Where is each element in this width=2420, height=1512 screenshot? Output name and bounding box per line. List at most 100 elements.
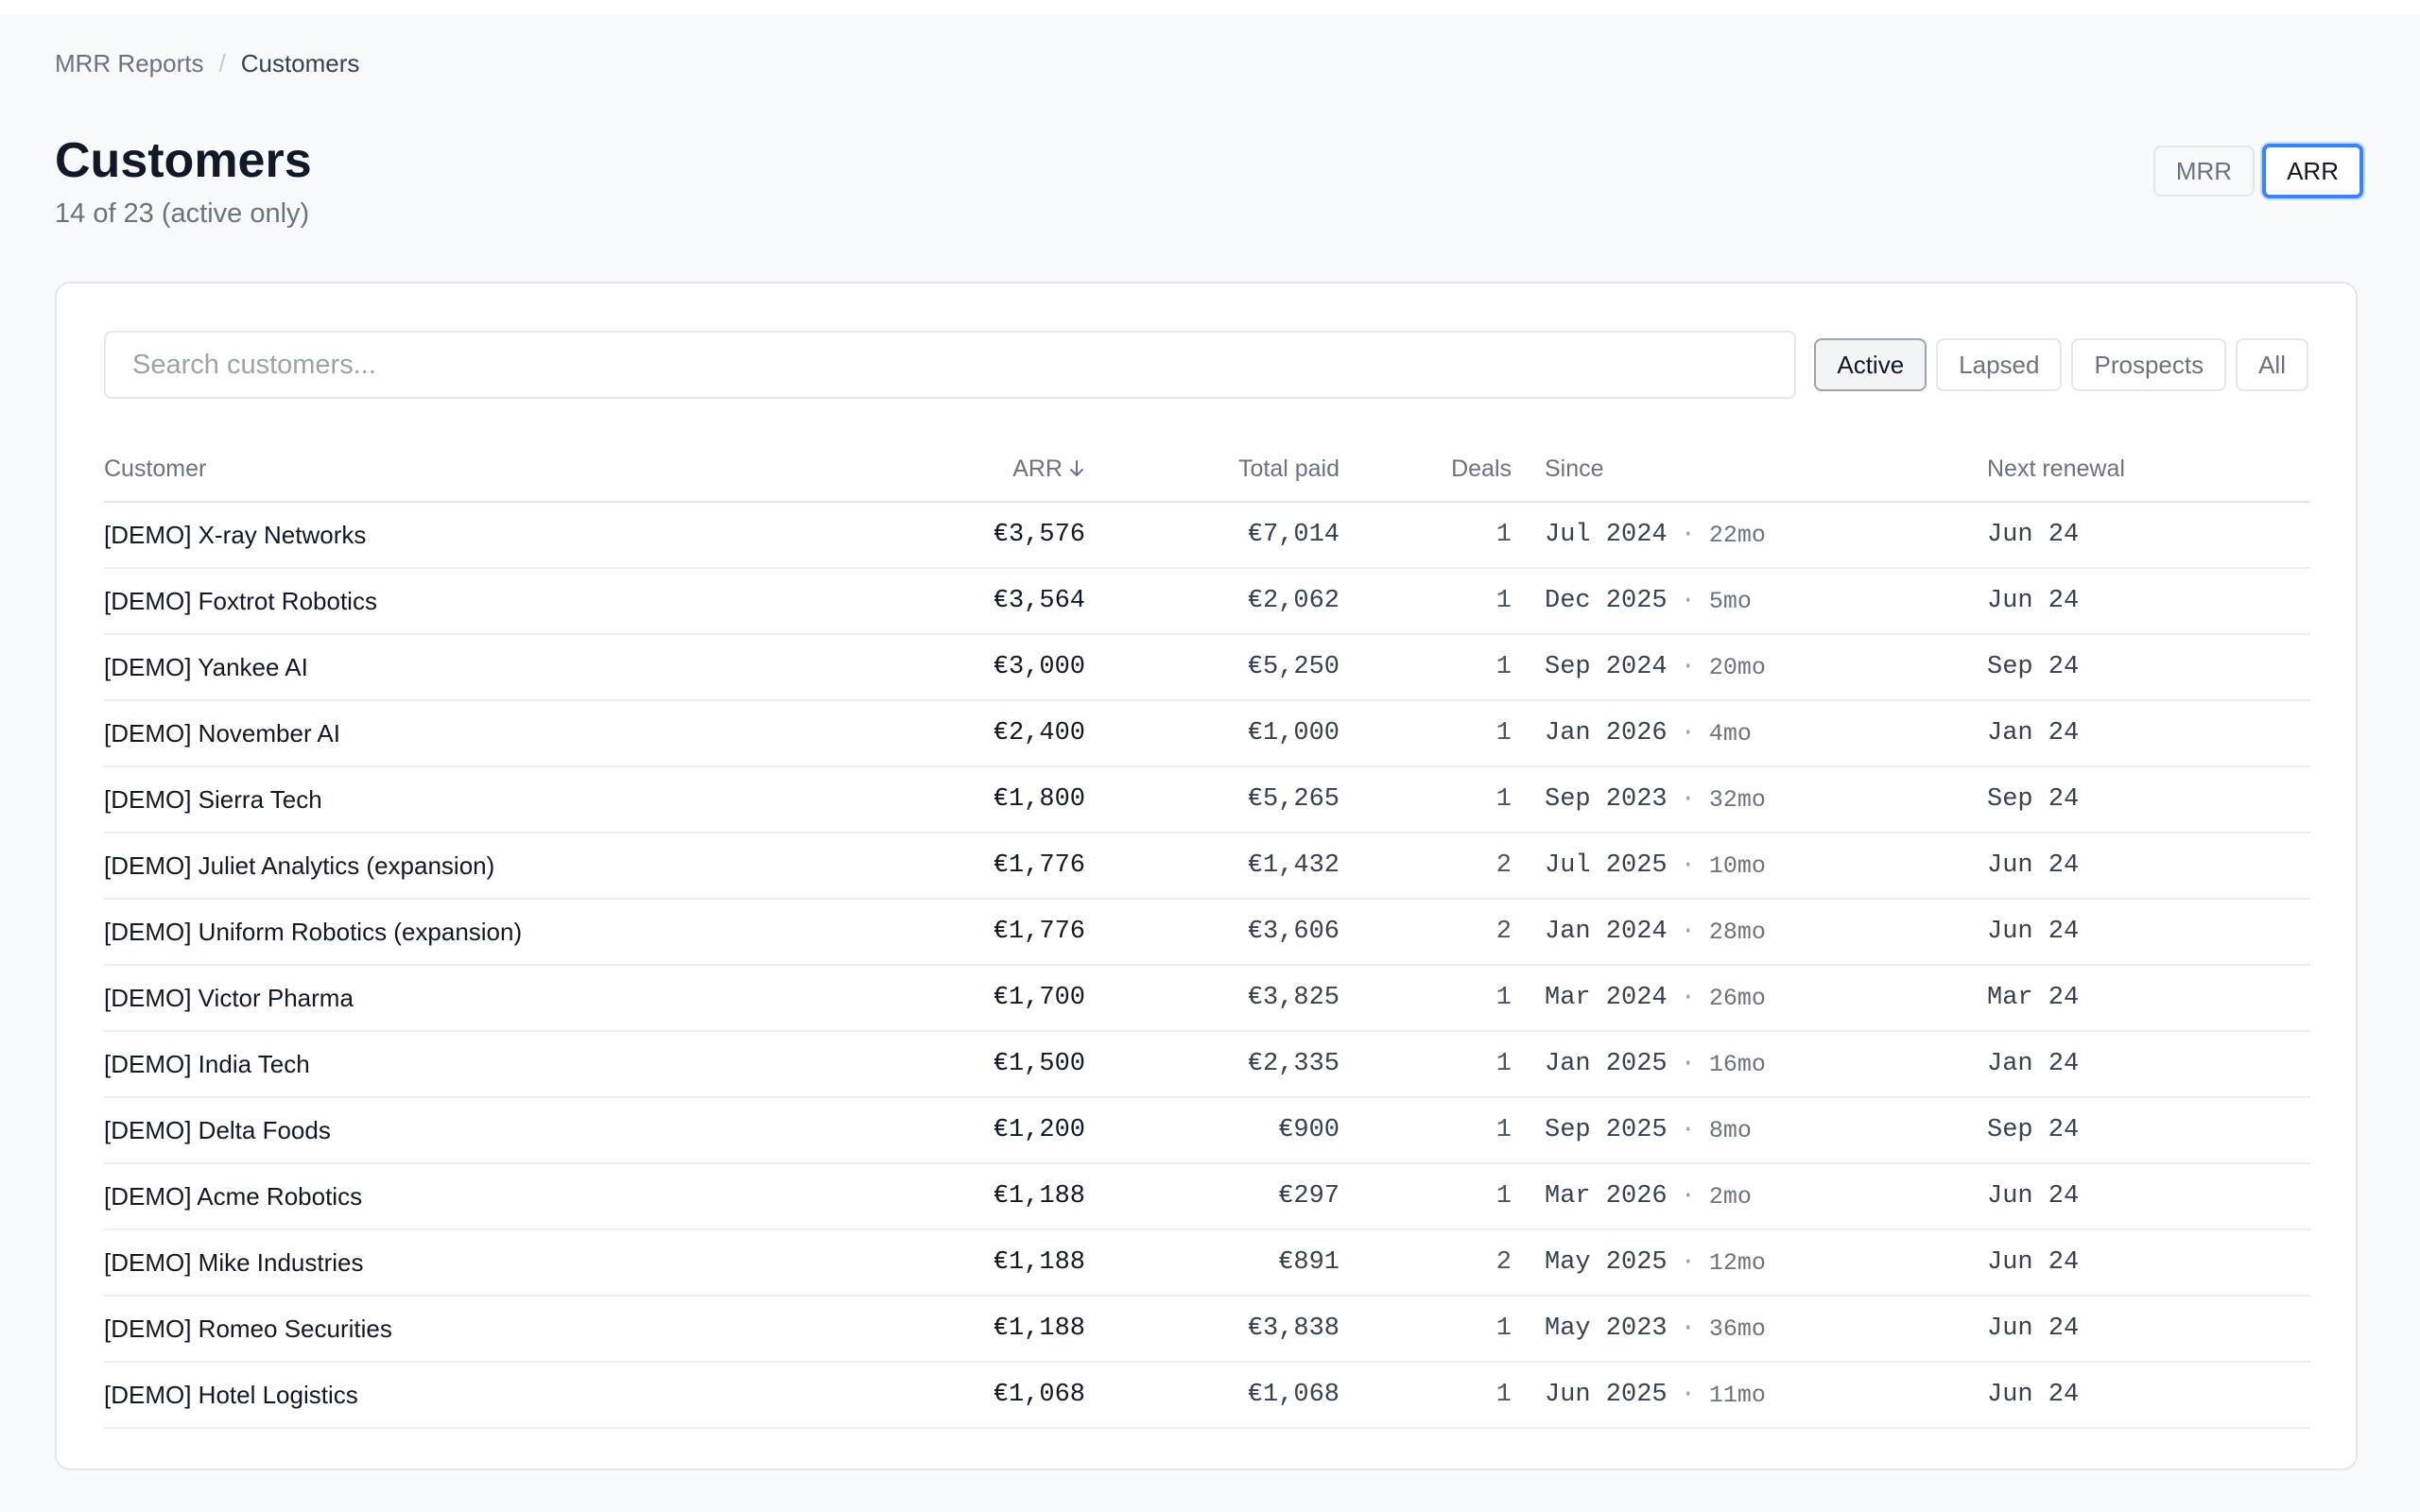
since-cell: Sep 2024 · 20mo [1545,635,1766,699]
search-input[interactable] [130,348,1794,382]
breadcrumb-separator: / [218,49,226,77]
since-date: Jul 2024 [1545,521,1668,549]
table-row[interactable]: [DEMO] Victor Pharma €1,700 €3,825 1 Mar 202… [104,966,2310,1032]
table-row[interactable]: [DEMO] Uniform Robotics (expansion) €1,77… [104,900,2310,966]
since-cell: Jan 2024 · 28mo [1545,900,1766,964]
table-row[interactable]: [DEMO] Yankee AI €3,000 €5,250 1 Sep 2024 · 20… [104,635,2310,701]
deals-count: 1 [1495,587,1512,615]
deals-count: 1 [1495,521,1512,549]
deals-count: 1 [1495,984,1512,1012]
column-header-deals[interactable]: Deals [1451,437,1512,501]
filter-all-button[interactable]: All [2236,338,2308,391]
next-renewal-value: Jun 24 [1987,1182,2080,1211]
customer-name[interactable]: [DEMO] Yankee AI [104,635,308,699]
table-row[interactable]: [DEMO] Hotel Logistics €1,068 €1,068 1 Jun 2… [104,1363,2310,1429]
filter-active-button[interactable]: Active [1814,338,1927,391]
view-toggle: MRR ARR [2152,144,2363,198]
since-cell: May 2025 · 12mo [1545,1230,1766,1295]
since-separator: · [1680,653,1696,681]
total-paid-value: €900 [1278,1116,1340,1144]
customer-name[interactable]: [DEMO] Acme Robotics [104,1164,362,1228]
next-renewal-value: Jun 24 [1987,587,2080,615]
since-duration: 32mo [1708,785,1766,814]
mrr-toggle-button[interactable]: MRR [2152,146,2256,197]
deals-count: 1 [1495,1116,1512,1144]
table-header: Customer ARR Total paid Deals Since Next… [104,437,2310,503]
filter-prospects-button[interactable]: Prospects [2071,338,2227,391]
table-row[interactable]: [DEMO] Sierra Tech €1,800 €5,265 1 Sep 2023 ·… [104,767,2310,833]
column-header-since[interactable]: Since [1545,437,1604,501]
since-cell: Dec 2025 · 5mo [1545,569,1752,633]
next-renewal-value: Jun 24 [1987,1314,2080,1343]
table-row[interactable]: [DEMO] Acme Robotics €1,188 €297 1 Mar 2026 ·… [104,1164,2310,1230]
since-date: May 2023 [1545,1314,1668,1343]
since-separator: · [1680,1248,1696,1277]
arr-value: €3,564 [993,587,1085,615]
customer-name[interactable]: [DEMO] Hotel Logistics [104,1363,358,1427]
next-renewal-value: Jun 24 [1987,1248,2080,1277]
since-cell: Jan 2025 · 16mo [1545,1032,1766,1096]
table-row[interactable]: [DEMO] Mike Industries €1,188 €891 2 May 202… [104,1230,2310,1297]
arr-toggle-button[interactable]: ARR [2262,144,2363,198]
arr-value: €3,000 [993,653,1085,681]
deals-count: 1 [1495,1182,1512,1211]
table-row[interactable]: [DEMO] X-ray Networks €3,576 €7,014 1 Jul 20… [104,503,2310,569]
since-duration: 8mo [1708,1116,1752,1144]
since-cell: Jul 2025 · 10mo [1545,833,1766,898]
customer-name[interactable]: [DEMO] Mike Industries [104,1230,364,1295]
breadcrumb: MRR Reports / Customers [55,49,359,78]
since-cell: Sep 2023 · 32mo [1545,767,1766,832]
customer-name[interactable]: [DEMO] Sierra Tech [104,767,322,832]
since-duration: 10mo [1708,851,1766,880]
since-date: Mar 2024 [1545,984,1668,1012]
column-header-arr[interactable]: ARR [1012,437,1085,501]
since-separator: · [1680,587,1696,615]
deals-count: 1 [1495,1314,1512,1343]
next-renewal-value: Jan 24 [1987,1050,2080,1078]
status-filters: Active Lapsed Prospects All [1814,338,2308,391]
since-duration: 28mo [1708,918,1766,946]
customer-name[interactable]: [DEMO] Juliet Analytics (expansion) [104,833,494,898]
filter-lapsed-button[interactable]: Lapsed [1936,338,2063,391]
since-date: Sep 2024 [1545,653,1668,681]
customer-name[interactable]: [DEMO] Victor Pharma [104,966,354,1030]
table-row[interactable]: [DEMO] November AI €2,400 €1,000 1 Jan 2026 ·… [104,701,2310,767]
customer-name[interactable]: [DEMO] Delta Foods [104,1098,331,1162]
total-paid-value: €5,250 [1247,653,1340,681]
next-renewal-value: Mar 24 [1987,984,2080,1012]
table-row[interactable]: [DEMO] Foxtrot Robotics €3,564 €2,062 1 Dec … [104,569,2310,635]
arr-value: €1,776 [993,851,1085,880]
customer-name[interactable]: [DEMO] Uniform Robotics (expansion) [104,900,522,964]
breadcrumb-link-mrr-reports[interactable]: MRR Reports [55,49,203,78]
customer-name[interactable]: [DEMO] November AI [104,701,340,765]
since-cell: Mar 2026 · 2mo [1545,1164,1752,1228]
next-renewal-value: Sep 24 [1987,1116,2080,1144]
since-date: Jan 2026 [1545,719,1668,747]
since-duration: 2mo [1708,1182,1752,1211]
page-subtitle: 14 of 23 (active only) [55,198,310,229]
since-duration: 16mo [1708,1050,1766,1078]
total-paid-value: €1,000 [1247,719,1340,747]
arr-value: €1,188 [993,1182,1085,1211]
since-duration: 12mo [1708,1248,1766,1277]
total-paid-value: €297 [1278,1182,1340,1211]
customer-name[interactable]: [DEMO] Foxtrot Robotics [104,569,377,633]
column-header-total-paid[interactable]: Total paid [1238,437,1340,501]
deals-count: 2 [1495,1248,1512,1277]
since-cell: May 2023 · 36mo [1545,1297,1766,1361]
customer-name[interactable]: [DEMO] India Tech [104,1032,310,1096]
column-header-customer[interactable]: Customer [104,437,206,501]
table-row[interactable]: [DEMO] Romeo Securities €1,188 €3,838 1 May … [104,1297,2310,1363]
arr-value: €1,776 [993,918,1085,946]
table-row[interactable]: [DEMO] India Tech €1,500 €2,335 1 Jan 2025 · 1… [104,1032,2310,1098]
customers-card: Active Lapsed Prospects All Customer ARR… [55,282,2358,1470]
arr-value: €1,200 [993,1116,1085,1144]
since-date: Mar 2026 [1545,1182,1668,1211]
customer-name[interactable]: [DEMO] X-ray Networks [104,503,366,567]
breadcrumb-current: Customers [240,49,360,77]
total-paid-value: €7,014 [1247,521,1340,549]
customer-name[interactable]: [DEMO] Romeo Securities [104,1297,392,1361]
column-header-next-renewal[interactable]: Next renewal [1987,437,2125,501]
table-row[interactable]: [DEMO] Juliet Analytics (expansion) €1,77… [104,833,2310,900]
table-row[interactable]: [DEMO] Delta Foods €1,200 €900 1 Sep 2025 · 8m… [104,1098,2310,1164]
